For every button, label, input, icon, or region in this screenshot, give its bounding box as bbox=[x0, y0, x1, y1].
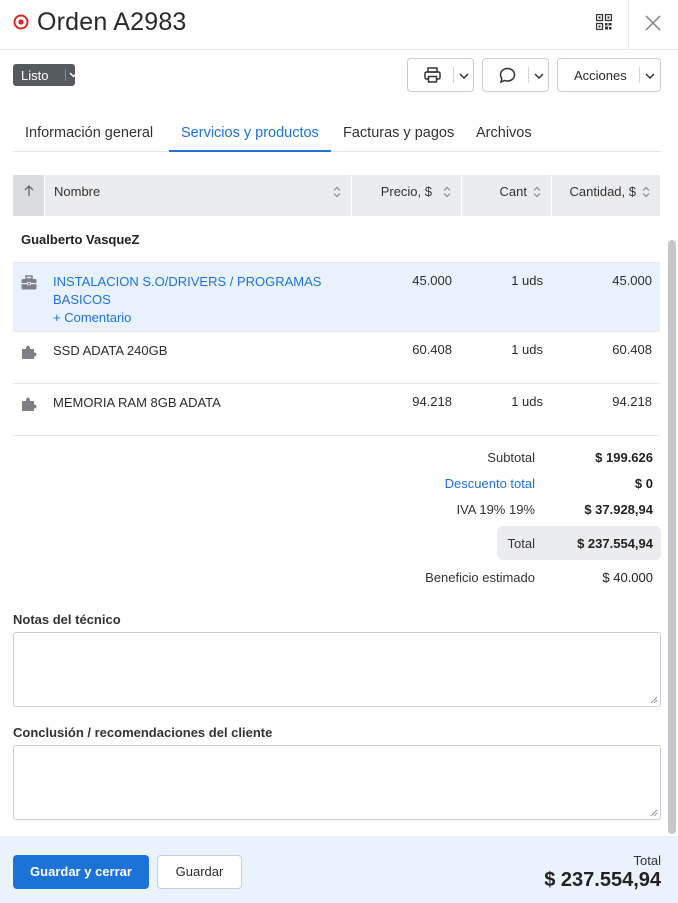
status-dropdown[interactable]: Listo bbox=[13, 64, 78, 86]
save-button[interactable]: Guardar bbox=[157, 855, 242, 889]
total-label: Total bbox=[507, 536, 535, 551]
status-label: Listo bbox=[21, 67, 49, 83]
item-qty: 1 uds bbox=[511, 394, 543, 409]
speech-bubble-icon bbox=[499, 67, 516, 84]
column-header-label: Cant bbox=[499, 184, 527, 199]
profit-label: Beneficio estimado bbox=[425, 570, 535, 585]
profit-value: $ 40.000 bbox=[602, 570, 653, 585]
sort-icon bbox=[533, 186, 541, 198]
actions-button[interactable]: Acciones bbox=[557, 58, 661, 92]
item-name-link[interactable]: INSTALACION S.O/DRIVERS / PROGRAMAS BASI… bbox=[53, 273, 323, 309]
qr-code-icon[interactable] bbox=[596, 14, 612, 30]
puzzle-piece-icon bbox=[22, 345, 37, 359]
item-price: 45.000 bbox=[412, 273, 452, 288]
puzzle-piece-icon bbox=[22, 397, 37, 411]
customer-name: Gualberto VasqueZ bbox=[21, 232, 140, 247]
column-header-label: Nombre bbox=[54, 184, 101, 199]
resize-grip-icon[interactable] bbox=[650, 809, 658, 817]
column-header-amount[interactable]: Cantidad, $ bbox=[551, 175, 660, 216]
item-amount: 45.000 bbox=[612, 273, 652, 288]
tab-general-info[interactable]: Información general bbox=[13, 112, 165, 152]
table-row[interactable]: MEMORIA RAM 8GB ADATA 94.218 1 uds 94.21… bbox=[13, 384, 660, 435]
column-header-label: Precio, $ bbox=[380, 184, 432, 199]
subtotal-value: $ 199.626 bbox=[595, 450, 653, 465]
sort-column[interactable] bbox=[13, 175, 44, 216]
briefcase-icon bbox=[21, 275, 37, 290]
arrow-up-icon bbox=[24, 185, 34, 196]
tax-value: $ 37.928,94 bbox=[584, 502, 653, 517]
chevron-down-icon[interactable] bbox=[459, 73, 469, 79]
divider bbox=[13, 435, 660, 436]
chevron-down-icon bbox=[69, 72, 78, 78]
item-amount: 94.218 bbox=[612, 394, 652, 409]
printer-icon bbox=[424, 67, 441, 83]
item-price: 94.218 bbox=[412, 394, 452, 409]
column-header-name[interactable]: Nombre bbox=[44, 175, 351, 216]
target-icon bbox=[13, 14, 29, 30]
modal-header: Orden A2983 bbox=[0, 0, 678, 50]
footer-total-value: $ 237.554,94 bbox=[544, 869, 661, 891]
item-name: MEMORIA RAM 8GB ADATA bbox=[53, 395, 221, 410]
header-divider bbox=[628, 0, 629, 50]
item-qty: 1 uds bbox=[511, 342, 543, 357]
tab-invoices-payments[interactable]: Facturas y pagos bbox=[331, 112, 466, 152]
tab-files[interactable]: Archivos bbox=[464, 112, 544, 152]
chevron-down-icon[interactable] bbox=[534, 73, 544, 79]
save-and-close-button[interactable]: Guardar y cerrar bbox=[13, 855, 149, 889]
discount-value: $ 0 bbox=[634, 476, 653, 491]
tech-notes-textarea[interactable] bbox=[13, 632, 661, 707]
scrollbar-thumb[interactable] bbox=[668, 240, 676, 834]
footer-bar: Guardar y cerrar Guardar Total $ 237.554… bbox=[0, 836, 678, 903]
resize-grip-icon[interactable] bbox=[650, 696, 658, 704]
sort-icon bbox=[333, 186, 341, 198]
table-row[interactable]: INSTALACION S.O/DRIVERS / PROGRAMAS BASI… bbox=[13, 263, 660, 331]
close-icon[interactable] bbox=[644, 14, 662, 32]
client-notes-label: Conclusión / recomendaciones del cliente bbox=[13, 725, 273, 740]
tab-services-products[interactable]: Servicios y productos bbox=[169, 112, 331, 152]
actions-label: Acciones bbox=[574, 68, 627, 83]
sort-icon bbox=[443, 186, 451, 198]
column-header-qty[interactable]: Cant bbox=[461, 175, 551, 216]
comment-button[interactable] bbox=[482, 58, 549, 92]
tab-bar: Información general Servicios y producto… bbox=[13, 112, 661, 152]
total-value: $ 237.554,94 bbox=[577, 536, 653, 551]
item-qty: 1 uds bbox=[511, 273, 543, 288]
table-header: Nombre Precio, $ Cant Cantidad, $ bbox=[13, 175, 660, 216]
sort-icon bbox=[642, 186, 650, 198]
client-notes-textarea[interactable] bbox=[13, 745, 661, 820]
column-header-price[interactable]: Precio, $ bbox=[351, 175, 461, 216]
item-name: SSD ADATA 240GB bbox=[53, 343, 168, 358]
discount-link[interactable]: Descuento total bbox=[445, 476, 535, 491]
column-header-label: Cantidad, $ bbox=[569, 184, 637, 199]
subtotal-label: Subtotal bbox=[487, 450, 535, 465]
item-amount: 60.408 bbox=[612, 342, 652, 357]
chevron-down-icon[interactable] bbox=[645, 73, 655, 79]
item-price: 60.408 bbox=[412, 342, 452, 357]
add-comment-link[interactable]: + Comentario bbox=[53, 310, 131, 325]
tax-label: IVA 19% 19% bbox=[456, 502, 535, 517]
table-row[interactable]: SSD ADATA 240GB 60.408 1 uds 60.408 bbox=[13, 332, 660, 383]
print-button[interactable] bbox=[407, 58, 474, 92]
tech-notes-label: Notas del técnico bbox=[13, 612, 121, 627]
footer-total-label: Total bbox=[633, 853, 661, 868]
page-title: Orden A2983 bbox=[37, 8, 187, 36]
